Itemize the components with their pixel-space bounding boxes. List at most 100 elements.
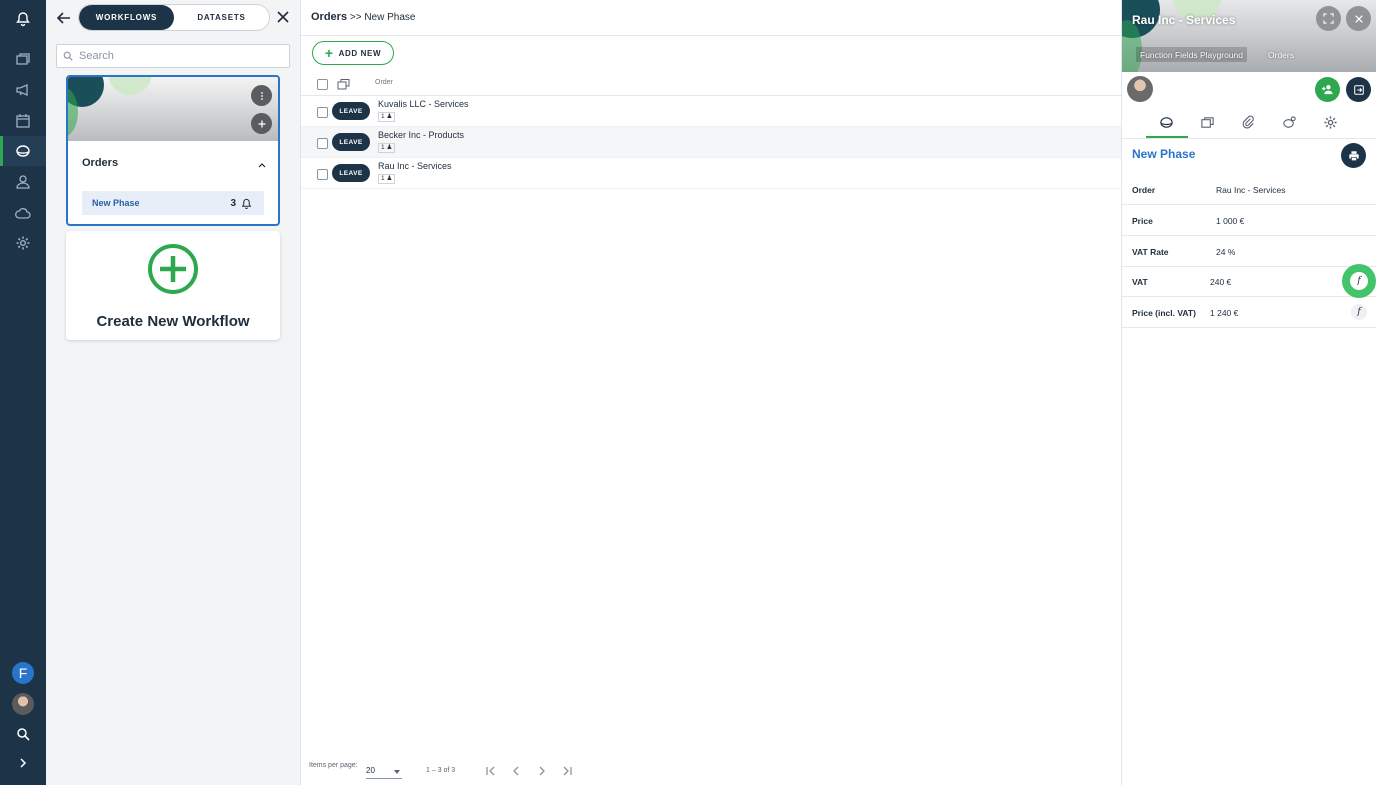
fullscreen-icon: [1323, 13, 1334, 24]
exit-button[interactable]: [1346, 77, 1371, 102]
create-workflow-card[interactable]: Create New Workflow: [66, 231, 280, 340]
leave-button[interactable]: LEAVE: [332, 164, 370, 182]
add-circle-icon: [148, 244, 198, 294]
table-row[interactable]: LEAVE Becker Inc - Products 1 ♟: [301, 127, 1121, 158]
create-workflow-label: Create New Workflow: [96, 313, 250, 330]
field-value: 240 €: [1210, 277, 1232, 287]
plus-icon: [258, 120, 265, 127]
row-checkbox[interactable]: [317, 169, 328, 180]
field-label: VAT: [1132, 277, 1148, 287]
first-page-icon[interactable]: [484, 764, 498, 778]
field-label: Price: [1132, 216, 1153, 226]
add-new-button[interactable]: + ADD NEW: [312, 41, 394, 65]
active-tab-indicator: [1146, 136, 1188, 138]
function-field-button[interactable]: f: [1342, 264, 1376, 298]
column-header-order[interactable]: Order: [375, 79, 393, 86]
tab-attachment-icon[interactable]: [1239, 113, 1257, 131]
calendar-icon[interactable]: [11, 109, 35, 133]
gear-icon[interactable]: [11, 231, 35, 255]
orders-chip[interactable]: Orders: [1264, 47, 1298, 62]
breadcrumb-root[interactable]: Orders: [311, 11, 347, 23]
users-icon[interactable]: [11, 170, 35, 194]
row-title[interactable]: Becker Inc - Products: [378, 130, 464, 140]
items-per-page-select[interactable]: 20: [366, 766, 402, 779]
prev-page-icon[interactable]: [509, 764, 523, 778]
row-title[interactable]: Rau Inc - Services: [378, 161, 452, 171]
field-value[interactable]: 24 %: [1216, 247, 1235, 257]
leave-button[interactable]: LEAVE: [332, 102, 370, 120]
chevron-up-icon[interactable]: [257, 157, 267, 168]
breadcrumb-separator: >>: [349, 12, 362, 23]
cards-icon[interactable]: [11, 47, 35, 71]
tab-settings-icon[interactable]: [1321, 113, 1339, 131]
workflow-chip[interactable]: Function Fields Playground: [1136, 47, 1248, 62]
assignee-count: 1 ♟: [378, 112, 396, 122]
field-row-order: Order Rau Inc - Services: [1122, 174, 1376, 205]
row-checkbox[interactable]: [317, 138, 328, 149]
more-vert-icon: [260, 91, 263, 100]
leave-button[interactable]: LEAVE: [332, 133, 370, 151]
chevron-right-icon[interactable]: [11, 751, 35, 775]
field-row-price: Price 1 000 €: [1122, 205, 1376, 236]
divider: [301, 35, 1121, 36]
bell-icon: [241, 198, 252, 209]
add-new-label: ADD NEW: [338, 48, 382, 58]
megaphone-icon[interactable]: [11, 78, 35, 102]
print-icon: [1348, 150, 1359, 161]
phase-item[interactable]: New Phase 3: [82, 191, 264, 215]
workflow-card-banner: [68, 77, 278, 141]
logout-icon: [1353, 84, 1364, 95]
avatar[interactable]: [1127, 76, 1153, 102]
table-row[interactable]: LEAVE Rau Inc - Services 1 ♟: [301, 158, 1121, 189]
table-header: Order: [301, 73, 1121, 96]
field-value[interactable]: Rau Inc - Services: [1216, 185, 1285, 195]
main-content: Orders >> New Phase + ADD NEW Order LEAV…: [301, 0, 1121, 785]
field-value: 1 240 €: [1210, 308, 1239, 318]
search-icon: [63, 51, 73, 61]
more-options-button[interactable]: [251, 85, 272, 106]
plus-icon: +: [324, 45, 334, 61]
tab-workflow-icon[interactable]: [1157, 113, 1175, 131]
tab-workflows[interactable]: WORKFLOWS: [79, 5, 174, 30]
next-page-icon[interactable]: [535, 764, 549, 778]
select-all-checkbox[interactable]: [317, 79, 328, 90]
last-page-icon[interactable]: [560, 764, 574, 778]
field-row-vat: VAT 240 € f: [1122, 264, 1376, 298]
detail-panel: Rau Inc - Services Function Fields Playg…: [1121, 0, 1376, 785]
person-icon: ♟: [386, 113, 393, 120]
cloud-icon[interactable]: [11, 201, 35, 225]
breadcrumb: Orders >> New Phase: [311, 11, 415, 23]
print-button[interactable]: [1341, 143, 1366, 168]
tab-activity-icon[interactable]: [1280, 113, 1298, 131]
workflow-icon[interactable]: [11, 139, 35, 163]
function-field-button[interactable]: f: [1351, 304, 1367, 320]
tab-datasets[interactable]: DATASETS: [174, 5, 269, 30]
phase-count: 3: [230, 197, 236, 209]
back-arrow-icon[interactable]: [54, 8, 74, 28]
search-input[interactable]: [79, 50, 279, 62]
user-initial-badge[interactable]: F: [12, 662, 34, 684]
add-phase-button[interactable]: [251, 113, 272, 134]
cards-icon[interactable]: [337, 78, 350, 90]
tab-cards-icon[interactable]: [1198, 113, 1216, 131]
field-label: VAT Rate: [1132, 247, 1169, 257]
add-user-button[interactable]: [1315, 77, 1340, 102]
left-rail: F: [0, 0, 46, 785]
close-icon: [1354, 14, 1363, 23]
row-checkbox[interactable]: [317, 107, 328, 118]
assignee-count: 1 ♟: [378, 174, 396, 184]
panel-tabs: WORKFLOWS DATASETS: [78, 4, 270, 31]
workflow-panel: WORKFLOWS DATASETS Orders New: [46, 0, 301, 785]
workflow-card[interactable]: Orders New Phase 3: [66, 75, 280, 226]
bell-icon[interactable]: [11, 7, 35, 31]
row-title[interactable]: Kuvalis LLC - Services: [378, 99, 469, 109]
person-add-icon: [1321, 85, 1333, 95]
close-icon[interactable]: [276, 10, 290, 24]
search-icon[interactable]: [11, 722, 35, 746]
field-value[interactable]: 1 000 €: [1216, 216, 1244, 226]
expand-button[interactable]: [1316, 6, 1341, 31]
avatar[interactable]: [12, 693, 34, 715]
table-row[interactable]: LEAVE Kuvalis LLC - Services 1 ♟: [301, 96, 1121, 127]
search-box: [56, 44, 290, 68]
close-detail-button[interactable]: [1346, 6, 1371, 31]
